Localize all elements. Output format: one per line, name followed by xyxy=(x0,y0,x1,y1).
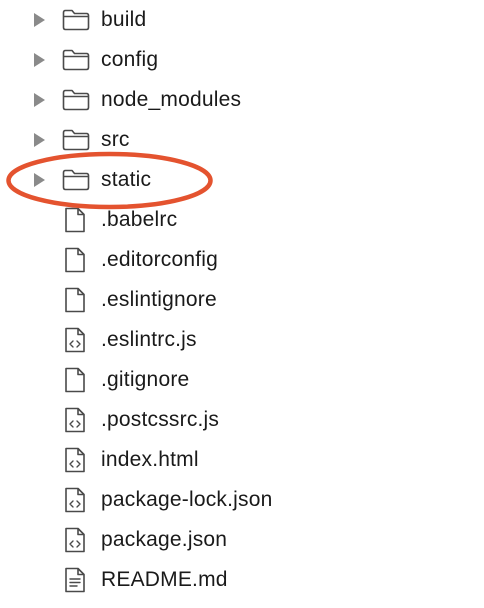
tree-item-label: config xyxy=(101,48,159,71)
chevron-right-icon[interactable] xyxy=(31,52,47,68)
tree-item-label: .gitignore xyxy=(101,368,190,391)
tree-item-label: .eslintrc.js xyxy=(101,328,197,351)
folder-icon xyxy=(62,49,90,71)
tree-item-src[interactable]: src xyxy=(0,120,484,160)
tree-item-label: build xyxy=(101,8,147,31)
tree-item-label: package-lock.json xyxy=(101,488,273,511)
tree-item-node-modules[interactable]: node_modules xyxy=(0,80,484,120)
file-icon xyxy=(65,247,85,273)
tree-item-eslintrc-js[interactable]: .eslintrc.js xyxy=(0,320,484,360)
folder-icon xyxy=(62,129,90,151)
file-icon xyxy=(65,367,85,393)
tree-item-package-lock-json[interactable]: package-lock.json xyxy=(0,480,484,520)
chevron-right-icon[interactable] xyxy=(31,132,47,148)
chevron-right-icon[interactable] xyxy=(31,92,47,108)
file-tree: build config node_modules src static .ba… xyxy=(0,0,484,608)
tree-item-label: .babelrc xyxy=(101,208,178,231)
tree-item-babelrc[interactable]: .babelrc xyxy=(0,200,484,240)
folder-icon xyxy=(62,169,90,191)
chevron-right-icon[interactable] xyxy=(31,172,47,188)
tree-item-label: .editorconfig xyxy=(101,248,219,271)
tree-item-eslintignore[interactable]: .eslintignore xyxy=(0,280,484,320)
tree-item-gitignore[interactable]: .gitignore xyxy=(0,360,484,400)
tree-item-build[interactable]: build xyxy=(0,0,484,40)
chevron-right-icon[interactable] xyxy=(31,12,47,28)
tree-item-postcssrc-js[interactable]: .postcssrc.js xyxy=(0,400,484,440)
tree-item-config[interactable]: config xyxy=(0,40,484,80)
tree-item-label: index.html xyxy=(101,448,199,471)
code-file-icon xyxy=(65,527,85,553)
text-file-icon xyxy=(65,567,85,593)
tree-item-readme-md[interactable]: README.md xyxy=(0,560,484,600)
tree-item-editorconfig[interactable]: .editorconfig xyxy=(0,240,484,280)
file-icon xyxy=(65,207,85,233)
tree-item-label: node_modules xyxy=(101,88,242,111)
tree-item-static[interactable]: static xyxy=(0,160,484,200)
code-file-icon xyxy=(65,407,85,433)
tree-item-label: .postcssrc.js xyxy=(101,408,220,431)
tree-item-label: package.json xyxy=(101,528,228,551)
tree-item-label: static xyxy=(101,168,152,191)
folder-icon xyxy=(62,9,90,31)
code-file-icon xyxy=(65,327,85,353)
tree-item-package-json[interactable]: package.json xyxy=(0,520,484,560)
tree-item-label: .eslintignore xyxy=(101,288,217,311)
code-file-icon xyxy=(65,447,85,473)
tree-item-index-html[interactable]: index.html xyxy=(0,440,484,480)
tree-item-label: README.md xyxy=(101,568,228,591)
file-icon xyxy=(65,287,85,313)
folder-icon xyxy=(62,89,90,111)
tree-item-label: src xyxy=(101,128,130,151)
code-file-icon xyxy=(65,487,85,513)
